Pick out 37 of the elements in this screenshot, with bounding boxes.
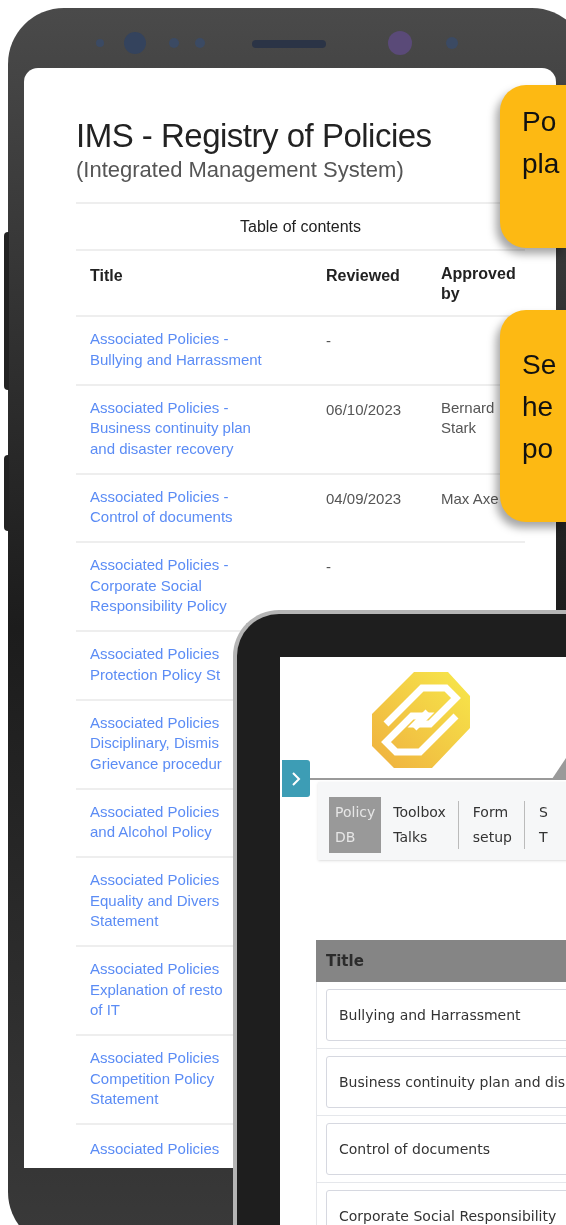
callout-text: Se he po <box>522 348 558 466</box>
policy-row[interactable]: Business continuity plan and dis <box>326 1056 566 1108</box>
policy-link[interactable]: Associated Policies Competition Policy Statement <box>90 1048 220 1110</box>
policy-link[interactable]: Associated Policies - Control of documents <box>90 486 233 528</box>
nav-tab[interactable]: Form setup <box>466 797 518 853</box>
policy-link[interactable]: Associated Policies - Corporate Social Responsibility Policy <box>90 555 229 617</box>
approver-name: Bernard Stark <box>441 397 495 438</box>
policy-link[interactable]: Associated Policies - Business continuity plan and disaster recovery <box>90 397 251 459</box>
nav-tab[interactable]: Policy DB <box>329 797 382 853</box>
approver-name: Max Axe <box>441 488 499 509</box>
policy-row[interactable]: Corporate Social Responsibility <box>326 1190 566 1225</box>
policy-link[interactable]: Associated Policies - Bullying and Harrassment <box>90 329 262 370</box>
page-subtitle: (Integrated Management System) <box>76 156 405 184</box>
policy-link[interactable]: Associated Policies Explanation of resto of IT <box>90 959 223 1021</box>
callout-text: Po pla <box>522 105 561 181</box>
page-title: IMS - Registry of Policies <box>76 116 433 156</box>
reviewed-date: - <box>326 557 331 577</box>
reviewed-date: - <box>326 331 331 351</box>
column-header: Approved by <box>441 264 517 304</box>
sidebar-toggle-button[interactable] <box>282 760 310 797</box>
table-caption: Table of contents <box>240 216 361 237</box>
policy-link[interactable]: Associated Policies Disciplinary, Dismis Grievance procedur <box>90 712 222 774</box>
policy-row[interactable]: Control of documents <box>326 1123 566 1175</box>
reviewed-date: 04/09/2023 <box>326 488 402 509</box>
policy-link[interactable]: Associated Policies <box>90 1139 220 1160</box>
column-header: Title <box>90 266 123 286</box>
column-header: Reviewed <box>326 266 400 286</box>
policy-link[interactable]: Associated Policies Protection Policy St <box>90 644 221 685</box>
logo-icon <box>372 672 470 768</box>
policy-link[interactable]: Associated Policies and Alcohol Policy <box>90 801 220 843</box>
column-header: Title <box>326 950 364 972</box>
reviewed-date: 06/10/2023 <box>326 399 402 420</box>
policy-link[interactable]: Associated Policies Equality and Divers Statement <box>90 870 220 932</box>
policy-row[interactable]: Bullying and Harrassment <box>326 989 566 1041</box>
nav-tab[interactable]: Toolbox Talks <box>387 797 452 853</box>
chevron-right-icon <box>291 771 301 786</box>
nav-tab[interactable]: S T <box>532 797 554 853</box>
